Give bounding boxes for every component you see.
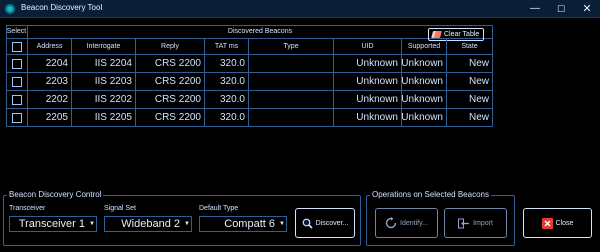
cell-type (249, 73, 334, 91)
cell-supported: Unknown (401, 55, 447, 73)
close-button[interactable]: Close (523, 208, 592, 238)
cell-type (249, 55, 334, 73)
default-type-select[interactable]: Compatt 6 ▼ (199, 216, 287, 232)
transceiver-select[interactable]: Transceiver 1 ▼ (9, 216, 97, 232)
cell-type (249, 91, 334, 109)
import-label: Import (473, 219, 493, 227)
cell-address: 2203 (28, 73, 72, 91)
row-select-cell[interactable] (6, 109, 28, 127)
cell-state: New (447, 55, 493, 73)
window-title: Beacon Discovery Tool (21, 3, 103, 12)
column-header-reply[interactable]: Reply (136, 39, 205, 55)
row-checkbox[interactable] (11, 58, 22, 69)
transceiver-label: Transceiver (9, 205, 46, 212)
cell-address: 2205 (28, 109, 72, 127)
chevron-down-icon: ▼ (89, 221, 95, 227)
discovered-beacons-header: Discovered Beacons (28, 25, 493, 39)
cell-tat: 320.0 (205, 55, 249, 73)
app-icon (5, 4, 15, 14)
cell-interrogate: IIS 2205 (72, 109, 136, 127)
select-header: Select (6, 25, 28, 39)
import-icon (458, 218, 470, 228)
cell-supported: Unknown (401, 73, 447, 91)
discover-button[interactable]: Discover... (295, 208, 355, 238)
signal-set-value: Wideband 2 (121, 218, 180, 230)
default-type-label: Default Type (199, 205, 239, 212)
discovery-control-title: Beacon Discovery Control (7, 190, 104, 199)
cell-supported: Unknown (401, 109, 447, 127)
row-select-cell[interactable] (6, 91, 28, 109)
cell-state: New (447, 91, 493, 109)
close-window-button[interactable]: ✕ (574, 0, 600, 18)
cell-state: New (447, 109, 493, 127)
clear-table-label: Clear Table (444, 31, 480, 38)
cell-reply: CRS 2200 (136, 55, 205, 73)
identify-button[interactable]: Identify... (375, 208, 438, 238)
cell-interrogate: IIS 2203 (72, 73, 136, 91)
cell-reply: CRS 2200 (136, 73, 205, 91)
operations-title: Operations on Selected Beacons (370, 190, 491, 199)
cell-reply: CRS 2200 (136, 91, 205, 109)
row-checkbox[interactable] (11, 112, 22, 123)
cell-supported: Unknown (401, 91, 447, 109)
cell-tat: 320.0 (205, 73, 249, 91)
column-header-type[interactable]: Type (249, 39, 334, 55)
chevron-down-icon: ▼ (279, 221, 285, 227)
cell-tat: 320.0 (205, 91, 249, 109)
import-button[interactable]: Import (444, 208, 507, 238)
signal-set-label: Signal Set (104, 205, 136, 212)
cell-type (249, 109, 334, 127)
row-checkbox[interactable] (11, 76, 22, 87)
chevron-down-icon: ▼ (184, 221, 190, 227)
select-all-checkbox[interactable] (11, 41, 22, 52)
cell-interrogate: IIS 2204 (72, 55, 136, 73)
row-select-cell[interactable] (6, 73, 28, 91)
eraser-icon (431, 31, 442, 38)
column-header-supported[interactable]: Supported (402, 39, 447, 55)
cell-uid: Unknown (334, 109, 402, 127)
refresh-icon (385, 217, 397, 229)
select-all-cell[interactable] (6, 39, 28, 55)
row-checkbox[interactable] (11, 94, 22, 105)
cell-address: 2202 (28, 91, 72, 109)
close-icon (541, 217, 553, 229)
minimize-button[interactable]: — (522, 0, 548, 18)
cell-uid: Unknown (334, 73, 402, 91)
signal-set-select[interactable]: Wideband 2 ▼ (104, 216, 192, 232)
search-icon (302, 218, 313, 229)
cell-uid: Unknown (334, 55, 402, 73)
maximize-button[interactable]: ☐ (548, 0, 574, 18)
column-header-interrogate[interactable]: Interrogate (72, 39, 136, 55)
cell-address: 2204 (28, 55, 72, 73)
close-label: Close (555, 219, 574, 227)
column-header-address[interactable]: Address (28, 39, 72, 55)
column-header-uid[interactable]: UID (334, 39, 402, 55)
cell-uid: Unknown (334, 91, 402, 109)
cell-reply: CRS 2200 (136, 109, 205, 127)
default-type-value: Compatt 6 (224, 218, 275, 230)
identify-label: Identify... (400, 219, 428, 227)
cell-state: New (447, 73, 493, 91)
column-header-state[interactable]: State (447, 39, 493, 55)
transceiver-value: Transceiver 1 (18, 218, 85, 230)
title-bar: Beacon Discovery Tool — ☐ ✕ (0, 0, 600, 18)
column-header-tat[interactable]: TAT ms (205, 39, 249, 55)
discover-label: Discover... (315, 219, 349, 227)
cell-tat: 320.0 (205, 109, 249, 127)
cell-interrogate: IIS 2202 (72, 91, 136, 109)
row-select-cell[interactable] (6, 55, 28, 73)
